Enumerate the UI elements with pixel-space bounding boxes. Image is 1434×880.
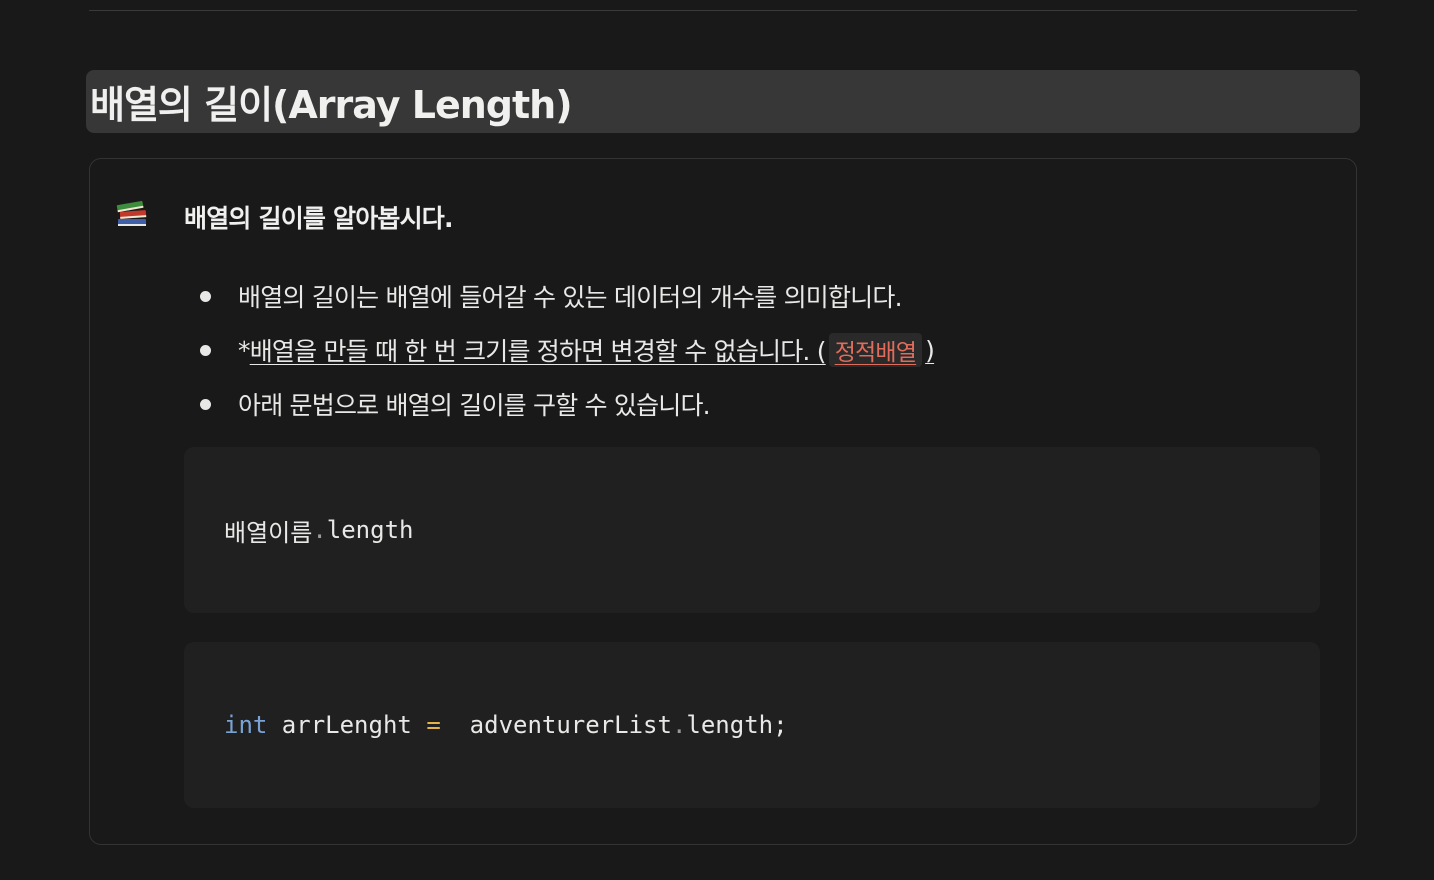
code-variable: arrLenght (267, 711, 427, 739)
list-item: * 배열을 만들 때 한 번 크기를 정하면 변경할 수 없습니다. (정적배열) (196, 323, 935, 377)
code-dot: . (671, 711, 687, 739)
code-block-syntax[interactable]: 배열이름. length (184, 447, 1320, 613)
code-dot: . (312, 516, 327, 544)
code-array-name: 배열이름 (224, 518, 313, 547)
bullet-text: 아래 문법으로 배열의 길이를 구할 수 있습니다. (238, 391, 711, 420)
bullet-icon (200, 345, 211, 356)
top-divider (89, 10, 1357, 11)
section-heading[interactable]: 배열의 길이(Array Length) (86, 70, 1360, 133)
list-item: 배열의 길이는 배열에 들어갈 수 있는 데이터의 개수를 의미합니다. (196, 269, 934, 323)
list-item: 아래 문법으로 배열의 길이를 구할 수 있습니다. (196, 377, 934, 431)
code-block-example[interactable]: int arrLenght = adventurerList. length; (184, 642, 1320, 808)
bullet-text: 배열의 길이는 배열에 들어갈 수 있는 데이터의 개수를 의미합니다. (238, 283, 903, 312)
heading-title: 배열의 길이(Array Length) (90, 83, 573, 127)
callout-title: 배열의 길이를 알아봅시다. (184, 204, 454, 233)
bullet-prefix: * (238, 335, 250, 365)
books-icon[interactable] (114, 195, 150, 231)
inline-code: 정적배열 (828, 333, 923, 367)
code-property: length (326, 516, 414, 544)
callout-box: 배열의 길이를 알아봅시다. 배열의 길이는 배열에 들어갈 수 있는 데이터의… (89, 158, 1357, 845)
code-object: adventurerList (440, 711, 672, 739)
code-keyword: int (224, 711, 268, 739)
bullet-list: 배열의 길이는 배열에 들어갈 수 있는 데이터의 개수를 의미합니다. * 배열… (196, 269, 935, 431)
code-operator: = (426, 711, 441, 739)
code-property: length; (686, 711, 788, 739)
bullet-underlined-text: 배열을 만들 때 한 번 크기를 정하면 변경할 수 없습니다. ( (249, 337, 827, 366)
bullet-icon (200, 291, 211, 302)
bullet-suffix: ) (925, 335, 935, 365)
bullet-icon (200, 399, 211, 410)
